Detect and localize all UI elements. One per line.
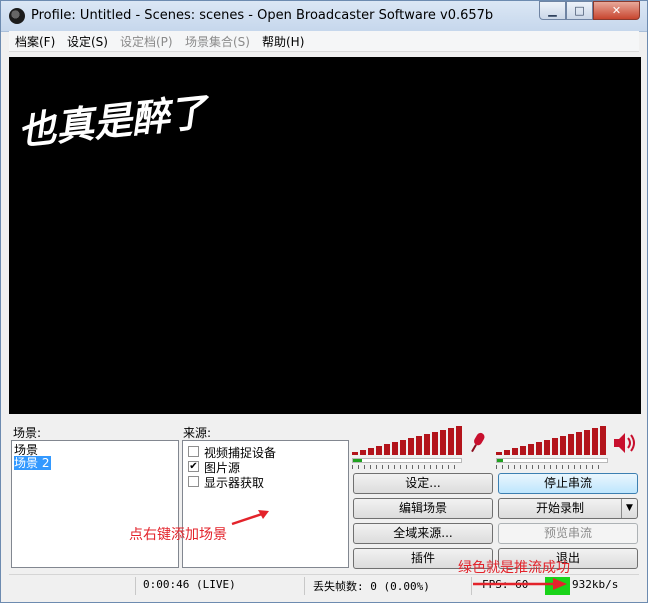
annotation-arrow-icon [473,578,567,590]
obs-window: Profile: Untitled - Scenes: scenes - Ope… [0,0,648,603]
annotation-green-hint: 绿色就是推流成功 [458,560,570,576]
volume-bar [400,440,406,455]
desktop-volume-meter[interactable] [496,426,638,474]
volume-bar [384,444,390,455]
window-title: Profile: Untitled - Scenes: scenes - Ope… [31,8,494,23]
sources-label: 来源: [183,426,212,440]
volume-bar [360,450,366,455]
status-divider [135,577,136,595]
volume-bar [504,450,510,455]
volume-bar [576,432,582,455]
volume-bar [544,440,550,455]
obs-logo-icon [9,8,25,24]
mic-level-fill [353,459,362,462]
title-bar[interactable]: Profile: Untitled - Scenes: scenes - Ope… [1,1,647,32]
volume-bar [584,430,590,455]
close-button[interactable]: ✕ [593,1,640,20]
scene-item[interactable]: 场景 [14,443,38,457]
source-checkbox-checked[interactable]: ✔ [188,461,199,472]
preview-overlay-image: 也真是醉了 [16,88,214,153]
volume-bar [496,452,502,455]
scenes-list[interactable]: 场景 场景 2 [11,440,179,568]
chevron-down-icon[interactable]: ▼ [621,499,637,518]
sources-list[interactable]: 视频捕捉设备 ✔ 图片源 显示器获取 [182,440,349,568]
volume-bar [448,428,454,455]
preview-canvas[interactable]: 也真是醉了 [9,57,641,414]
volume-bar [352,452,358,455]
volume-bar [536,442,542,455]
volume-bar [432,432,438,455]
menu-profiles[interactable]: 设定档(P) [120,33,173,50]
preview-overlay-text: 也真是醉了 [16,88,214,153]
annotation-right-click-hint: 点右键添加场景 [129,527,227,543]
volume-bar [592,428,598,455]
volume-bar [528,444,534,455]
volume-bar [368,448,374,455]
volume-bar [568,434,574,455]
edit-scene-button[interactable]: 编辑场景 [353,498,493,519]
microphone-icon[interactable] [465,430,489,456]
source-checkbox[interactable] [188,446,199,457]
stop-stream-button[interactable]: 停止串流 [498,473,638,494]
speaker-icon[interactable] [612,430,636,456]
volume-bar [552,438,558,455]
mic-meter-ticks [352,465,457,469]
bitrate-readout: 932kb/s [572,578,619,591]
start-recording-button[interactable]: 开始录制 ▼ [498,498,638,519]
mic-level-track [352,458,462,463]
status-divider [304,577,305,595]
volume-bar [560,436,566,455]
menu-scene-collection[interactable]: 场景集合(S) [185,33,250,50]
mic-volume-meter[interactable] [352,426,492,474]
volume-bar [600,426,606,455]
annotation-arrow-icon [231,510,269,526]
volume-bar [408,438,414,455]
maximize-button[interactable]: □ [566,1,593,20]
scene-item-selected[interactable]: 场景 2 [14,456,52,470]
settings-button[interactable]: 设定... [353,473,493,494]
menu-bar: 档案(F) 设定(S) 设定档(P) 场景集合(S) 帮助(H) [9,31,639,52]
stream-time: 0:00:46 (LIVE) [143,578,236,591]
volume-bar [456,426,462,455]
volume-bar [392,442,398,455]
global-sources-button[interactable]: 全域来源... [353,523,493,544]
volume-bar [440,430,446,455]
preview-stream-button[interactable]: 预览串流 [498,523,638,544]
volume-bar [512,448,518,455]
start-recording-label: 开始录制 [535,501,584,515]
desktop-level-fill [497,459,503,462]
desktop-meter-ticks [496,465,603,469]
source-label[interactable]: 显示器获取 [204,474,264,491]
scenes-label: 场景: [13,426,42,440]
minimize-button[interactable]: ▁ [539,1,566,20]
dropped-frames: 丢失帧数: 0 (0.00%) [313,580,430,593]
menu-settings[interactable]: 设定(S) [67,33,108,50]
menu-help[interactable]: 帮助(H) [262,33,304,50]
source-checkbox[interactable] [188,476,199,487]
volume-bar [416,436,422,455]
volume-bar [376,446,382,455]
volume-bar [520,446,526,455]
desktop-level-track [496,458,608,463]
volume-bar [424,434,430,455]
menu-file[interactable]: 档案(F) [15,33,55,50]
